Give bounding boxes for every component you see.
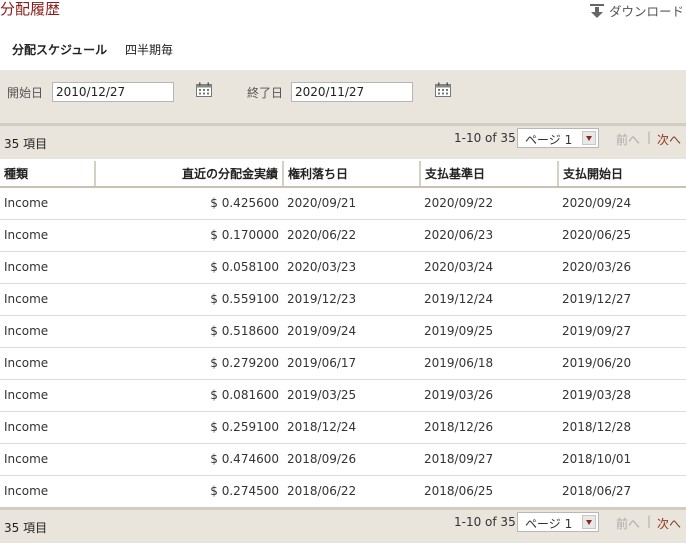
pager-separator: | (647, 514, 652, 528)
chevron-down-icon (582, 515, 596, 529)
cell-pay-date: 2018/06/27 (558, 475, 686, 508)
page-select[interactable]: ページ 1 (517, 512, 599, 532)
prev-page-link[interactable]: 前へ (616, 515, 640, 532)
end-date-input[interactable] (291, 82, 413, 102)
table-row: Income $ 0.274500 2018/06/22 2018/06/25 2018… (0, 475, 686, 508)
cell-type: Income (0, 443, 95, 476)
start-date-label: 開始日 (7, 86, 44, 100)
cell-type: Income (0, 411, 95, 444)
cell-amount: $ 0.425600 (95, 187, 283, 220)
col-header-amount: 直近の分配金実績 (94, 161, 283, 188)
cell-ex-date: 2019/12/23 (283, 283, 420, 316)
cell-record-date: 2019/03/26 (420, 379, 558, 412)
table-row: Income $ 0.170000 2020/06/22 2020/06/23 2020… (0, 219, 686, 252)
cell-type: Income (0, 219, 95, 252)
table-row: Income $ 0.058100 2020/03/23 2020/03/24 2020… (0, 251, 686, 284)
page-select-value: ページ 1 (525, 133, 573, 147)
chevron-down-icon (582, 131, 596, 145)
table-row: Income $ 0.425600 2020/09/21 2020/09/22 2020… (0, 187, 686, 220)
cell-amount: $ 0.474600 (95, 443, 283, 476)
cell-ex-date: 2018/09/26 (283, 443, 420, 476)
download-button[interactable]: ダウンロード (589, 1, 684, 20)
prev-page-link[interactable]: 前へ (616, 131, 640, 148)
cell-amount: $ 0.518600 (95, 315, 283, 348)
end-calendar-icon[interactable] (435, 82, 451, 100)
cell-ex-date: 2020/06/22 (283, 219, 420, 252)
cell-record-date: 2020/06/23 (420, 219, 558, 252)
cell-ex-date: 2019/09/24 (283, 315, 420, 348)
next-page-link[interactable]: 次へ (657, 131, 681, 148)
start-calendar-icon[interactable] (196, 82, 212, 100)
cell-pay-date: 2020/09/24 (558, 187, 686, 220)
table-row: Income $ 0.259100 2018/12/24 2018/12/26 2018… (0, 411, 686, 444)
cell-type: Income (0, 379, 95, 412)
table-header-row: 種類 直近の分配金実績 権利落ち日 支払基準日 支払開始日 (0, 161, 686, 188)
cell-amount: $ 0.259100 (95, 411, 283, 444)
cell-record-date: 2019/09/25 (420, 315, 558, 348)
item-count: 35 項目 (4, 137, 48, 151)
cell-pay-date: 2018/12/28 (558, 411, 686, 444)
col-header-record-date: 支払基準日 (419, 161, 558, 188)
cell-pay-date: 2020/03/26 (558, 251, 686, 284)
next-page-link[interactable]: 次へ (657, 515, 681, 532)
cell-pay-date: 2019/09/27 (558, 315, 686, 348)
col-header-type: 種類 (0, 161, 95, 188)
item-count: 35 項目 (4, 521, 48, 535)
schedule-label: 分配スケジュール (12, 43, 108, 57)
cell-ex-date: 2020/03/23 (283, 251, 420, 284)
cell-type: Income (0, 315, 95, 348)
end-date-label: 終了日 (247, 86, 284, 100)
cell-amount: $ 0.170000 (95, 219, 283, 252)
page-range: 1-10 of 35 (454, 515, 516, 529)
cell-amount: $ 0.081600 (95, 379, 283, 412)
download-label: ダウンロード (608, 4, 684, 19)
cell-pay-date: 2019/06/20 (558, 347, 686, 380)
col-header-ex-date: 権利落ち日 (282, 161, 420, 188)
cell-ex-date: 2019/03/25 (283, 379, 420, 412)
cell-record-date: 2018/12/26 (420, 411, 558, 444)
table-row: Income $ 0.518600 2019/09/24 2019/09/25 2019… (0, 315, 686, 348)
cell-type: Income (0, 187, 95, 220)
cell-amount: $ 0.274500 (95, 475, 283, 508)
schedule-value: 四半期毎 (125, 43, 174, 57)
cell-record-date: 2018/09/27 (420, 443, 558, 476)
page-select-value: ページ 1 (525, 517, 573, 531)
pagination-bottom: 35 項目 1-10 of 35 ページ 1 前へ | 次へ (0, 507, 686, 543)
cell-type: Income (0, 347, 95, 380)
pager-separator: | (647, 130, 652, 144)
cell-type: Income (0, 283, 95, 316)
cell-record-date: 2018/06/25 (420, 475, 558, 508)
cell-amount: $ 0.559100 (95, 283, 283, 316)
cell-pay-date: 2018/10/01 (558, 443, 686, 476)
cell-amount: $ 0.058100 (95, 251, 283, 284)
table-row: Income $ 0.081600 2019/03/25 2019/03/26 2019… (0, 379, 686, 412)
cell-record-date: 2019/06/18 (420, 347, 558, 380)
cell-record-date: 2019/12/24 (420, 283, 558, 316)
cell-ex-date: 2018/06/22 (283, 475, 420, 508)
table-row: Income $ 0.279200 2019/06/17 2019/06/18 2019… (0, 347, 686, 380)
distribution-schedule: 分配スケジュール 四半期毎 (12, 42, 173, 58)
cell-ex-date: 2019/06/17 (283, 347, 420, 380)
download-arrow-icon (589, 3, 604, 18)
start-date-input[interactable] (52, 82, 174, 102)
page-range: 1-10 of 35 (454, 131, 516, 145)
cell-type: Income (0, 251, 95, 284)
cell-amount: $ 0.279200 (95, 347, 283, 380)
cell-record-date: 2020/09/22 (420, 187, 558, 220)
cell-pay-date: 2019/03/28 (558, 379, 686, 412)
date-filter-bar: 開始日 終了日 (0, 70, 686, 123)
cell-pay-date: 2019/12/27 (558, 283, 686, 316)
cell-record-date: 2020/03/24 (420, 251, 558, 284)
page-title: 分配履歴 (0, 0, 61, 18)
pagination-top: 35 項目 1-10 of 35 ページ 1 前へ | 次へ (0, 123, 686, 159)
cell-pay-date: 2020/06/25 (558, 219, 686, 252)
distribution-table: 種類 直近の分配金実績 権利落ち日 支払基準日 支払開始日 Income $ 0.… (0, 161, 686, 508)
cell-type: Income (0, 475, 95, 508)
cell-ex-date: 2018/12/24 (283, 411, 420, 444)
cell-ex-date: 2020/09/21 (283, 187, 420, 220)
table-row: Income $ 0.474600 2018/09/26 2018/09/27 2018… (0, 443, 686, 476)
page-select[interactable]: ページ 1 (517, 128, 599, 148)
col-header-pay-date: 支払開始日 (557, 161, 686, 188)
table-row: Income $ 0.559100 2019/12/23 2019/12/24 2019… (0, 283, 686, 316)
